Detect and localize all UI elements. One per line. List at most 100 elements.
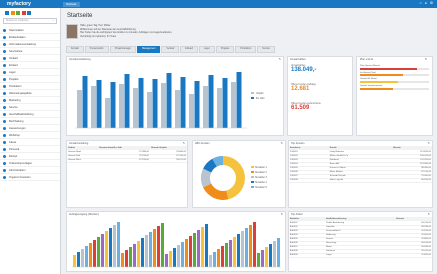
bar-week: [229, 240, 232, 267]
bar-week: [181, 242, 184, 267]
star-icon[interactable]: [10, 11, 15, 15]
tab[interactable]: Einkauf: [180, 46, 198, 53]
sidebar-item[interactable]: Produktion: [0, 83, 60, 90]
panel-title: Umsatzzahlen: [290, 58, 306, 61]
sidebar-item[interactable]: Kasse: [0, 139, 60, 146]
home-icon[interactable]: ⌂: [420, 1, 422, 5]
region-table: Gebiet Umsatz aktuelles Jahr Umsatz Vorjah…: [67, 146, 187, 163]
calendar-icon[interactable]: [16, 11, 20, 15]
menu-icon: [3, 49, 6, 53]
bar-week: [205, 224, 208, 267]
expand-icon[interactable]: ⇱: [425, 58, 427, 61]
sidebar-item[interactable]: Webshop: [0, 132, 60, 139]
table-row[interactable]: A10009 Lager 21.820,00: [289, 253, 432, 258]
avatar: [66, 24, 78, 39]
legend-label: Hersteller 2: [255, 171, 267, 174]
sidebar-item[interactable]: Personal: [0, 146, 60, 153]
bar-week: [89, 243, 92, 267]
sidebar-item-label: Organzo Favoriten: [9, 175, 31, 179]
sidebar-item[interactable]: Auswertungen: [0, 125, 60, 132]
sidebar-item[interactable]: Einkauf: [0, 62, 60, 69]
bar-week: [77, 252, 80, 267]
sidebar-item[interactable]: Lager: [0, 69, 60, 76]
sidebar-item[interactable]: Wareneingangsliste: [0, 90, 60, 97]
menu-icon: [3, 140, 6, 144]
bar-week: [237, 234, 240, 267]
sidebar-item-label: Webshop: [9, 133, 20, 137]
menu-icon: [3, 154, 6, 158]
kpi-value: 12.681: [291, 86, 310, 92]
tab[interactable]: Service: [257, 46, 275, 53]
bar-week: [225, 243, 228, 267]
print-icon[interactable]: [27, 11, 31, 15]
table-row[interactable]: D10008 Hahn Logistik 66.810,00: [289, 178, 432, 183]
panel-title: Umsatzverteilung: [69, 142, 89, 145]
sidebar-item[interactable]: Einkaufsdaten: [0, 34, 60, 41]
top-artikel-panel: Top Artikel ⇱ Artikelnr. Artikelbezeichnun…: [288, 211, 433, 272]
settings-icon[interactable]: ⚙: [430, 1, 433, 5]
sidebar-item-label: Einkaufsdaten: [9, 35, 26, 39]
home-icon[interactable]: [5, 11, 9, 15]
sidebar-item-label: Projekte: [9, 77, 19, 81]
tab[interactable]: Lager: [198, 46, 215, 53]
user-icon[interactable]: ●: [425, 1, 427, 5]
sidebar-item-label: Buchhaltung: [9, 119, 24, 123]
menu-icon: [3, 28, 6, 32]
top-tab-startseite[interactable]: Startseite: [63, 1, 80, 7]
kpi-umsatz: Umsatzzahlen 138.049,-: [291, 65, 316, 73]
table-row[interactable]: Umsatz West 47.109,00 39.471,00: [67, 158, 187, 163]
bar-vorjahr: [161, 83, 166, 128]
expand-icon[interactable]: ⇱: [428, 142, 430, 145]
progress-bar: [360, 80, 429, 84]
tab[interactable]: Kontakt: [66, 46, 84, 53]
sidebar-item-label: Rezept: [9, 154, 18, 158]
menu-icon: [3, 147, 6, 151]
bar-week: [157, 226, 160, 267]
bar-week: [213, 252, 216, 267]
expand-icon[interactable]: ⇱: [428, 213, 430, 216]
tab[interactable]: Projektmanager: [109, 46, 137, 53]
sidebar-item[interactable]: Onlineshopvorlagen: [0, 160, 60, 167]
sidebar-item[interactable]: Informationsverwaltung: [0, 41, 60, 48]
bar-week: [109, 228, 112, 267]
tab[interactable]: Preisentwickl.: [84, 46, 109, 53]
tab[interactable]: Projekte: [215, 46, 235, 53]
tab[interactable]: Verkauf: [161, 46, 180, 53]
expand-icon[interactable]: ⇱: [183, 142, 185, 145]
sidebar-item[interactable]: Service: [0, 104, 60, 111]
legend-label: Hersteller 5: [255, 186, 267, 189]
expand-icon[interactable]: ⇱: [279, 58, 281, 61]
sidebar-item[interactable]: Administration: [0, 167, 60, 174]
bar-week: [269, 244, 272, 267]
sidebar-item[interactable]: Organzo Favoriten: [0, 174, 60, 181]
menu-icon: [3, 168, 6, 172]
sidebar-item[interactable]: Stammdaten: [0, 27, 60, 34]
expand-icon[interactable]: ⇱: [281, 213, 283, 216]
menu-icon: [3, 175, 6, 179]
sidebar-item[interactable]: Buchhaltung: [0, 118, 60, 125]
bar-lfd-jahr: [152, 79, 158, 128]
sidebar-item[interactable]: Rezept: [0, 153, 60, 160]
bar-week: [85, 246, 88, 267]
tab[interactable]: Management: [137, 46, 161, 53]
bar-vorjahr: [105, 98, 110, 128]
menu-icon: [3, 56, 6, 60]
menu-icon: [3, 91, 6, 95]
table-cell: Hahn Logistik: [328, 178, 392, 183]
bar-week: [153, 229, 156, 267]
plan-ist-panel: Plan und Ist ⇱ Plan-Umsatz (Monat) Ist-Ums…: [356, 56, 433, 136]
sidebar-item[interactable]: Verkauf: [0, 55, 60, 62]
bar-week: [133, 244, 136, 267]
sidebar-item[interactable]: Serviceliste: [0, 48, 60, 55]
sidebar-item[interactable]: Geschäftsabwicklung: [0, 111, 60, 118]
sidebar-item[interactable]: Projekte: [0, 76, 60, 83]
search-icon[interactable]: ⌕: [53, 19, 54, 23]
expand-icon[interactable]: ⇱: [281, 142, 283, 145]
bar-week: [201, 227, 204, 267]
mail-icon[interactable]: [21, 11, 26, 15]
tab[interactable]: Produktion: [235, 46, 257, 53]
bar-week: [173, 248, 176, 267]
search-input[interactable]: Suchen in myfactory ⌕: [3, 18, 57, 24]
sidebar-item[interactable]: Marketing: [0, 97, 60, 104]
bar-week: [117, 222, 120, 267]
